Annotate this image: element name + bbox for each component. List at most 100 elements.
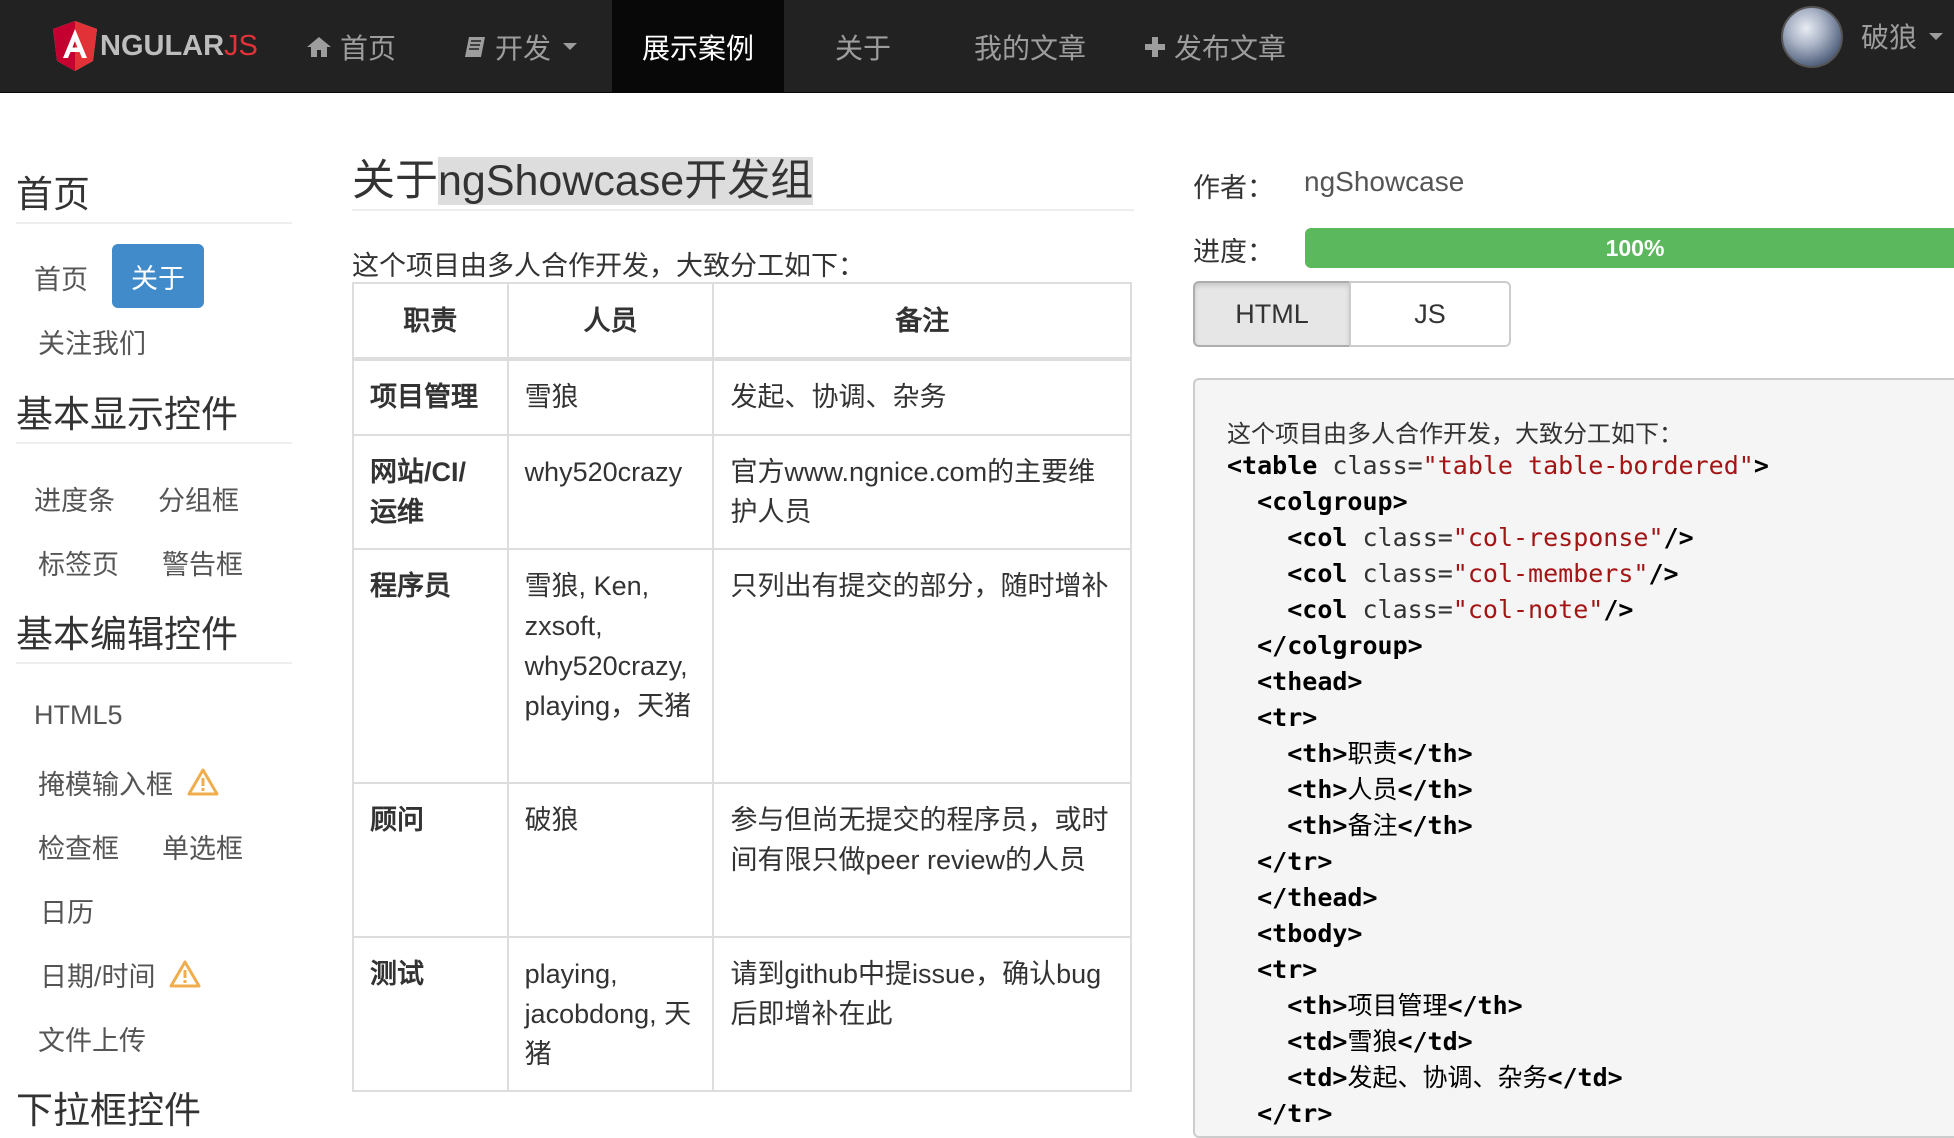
plus-icon: [1145, 36, 1165, 57]
author-value: ngShowcase: [1304, 166, 1465, 197]
nav-publish-label: 发布文章: [1174, 32, 1287, 64]
sidebar-item-progressbar[interactable]: 进度条: [34, 479, 115, 518]
sidebar-item-groupbox[interactable]: 分组框: [158, 479, 239, 518]
divider: [16, 442, 292, 444]
code-token: "table table-bordered": [1422, 451, 1754, 480]
code-token: <td>: [1287, 1063, 1348, 1092]
code-token: <colgroup>: [1257, 487, 1408, 516]
code-token: class=: [1317, 451, 1423, 480]
code-intro-text: 这个项目由多人合作开发，大致分工如下：: [1227, 421, 1683, 448]
progress-label: 进度：: [1193, 237, 1274, 267]
code-token: <tr>: [1257, 955, 1318, 984]
column-header-role: 职责: [352, 282, 509, 361]
nav-home-label: 首页: [340, 32, 397, 64]
sidebar-item-tabs[interactable]: 标签页: [38, 543, 119, 582]
sidebar-item-home[interactable]: 首页: [34, 258, 88, 297]
code-line: <tr>: [1227, 700, 1769, 736]
code-token: "col-note": [1452, 595, 1604, 624]
table-row: 网站/CI/运维 why520crazy 官方www.ngnice.com的主要…: [352, 434, 1132, 550]
code-token: <th>: [1287, 811, 1348, 840]
roles-table: 职责 人员 备注 项目管理 雪狼 发起、协调、杂务 网站/CI/运维 why52…: [352, 282, 1132, 1092]
role-cell: 网站/CI/运维: [352, 434, 509, 550]
code-token: 发起、协调、杂务: [1347, 1063, 1548, 1092]
code-token: </tr>: [1257, 1099, 1333, 1128]
page-title-prefix: 关于: [352, 157, 438, 205]
code-token: 备注: [1347, 811, 1398, 840]
code-token: </td>: [1547, 1063, 1623, 1092]
code-token: </thead>: [1257, 883, 1378, 912]
sidebar-item-alert[interactable]: 警告框: [162, 543, 243, 582]
nav-about[interactable]: 关于: [835, 0, 891, 93]
code-token: 职责: [1347, 739, 1398, 768]
role-cell: 测试: [352, 936, 509, 1092]
user-menu[interactable]: 破狼: [1861, 0, 1944, 72]
members-cell: 雪狼: [506, 358, 715, 436]
code-token: <col: [1287, 523, 1348, 552]
code-line: <col class="col-response"/>: [1227, 520, 1769, 556]
tab-html[interactable]: HTML: [1193, 281, 1351, 347]
code-token: />: [1603, 595, 1634, 624]
nav-publish-article[interactable]: 发布文章: [1144, 0, 1286, 93]
nav-develop-dropdown[interactable]: 开发: [463, 0, 578, 93]
sidebar-item-masked-input[interactable]: 掩模输入框: [38, 763, 219, 802]
members-cell: playing, jacobdong, 天猪: [506, 936, 715, 1092]
table-row: 顾问 破狼 参与但尚无提交的程序员，或时间有限只做peer review的人员: [352, 782, 1132, 938]
tab-js[interactable]: JS: [1349, 281, 1511, 347]
sidebar-item-calendar[interactable]: 日历: [40, 891, 94, 930]
author-label: 作者：: [1193, 173, 1274, 203]
sidebar-item-about[interactable]: 关于: [112, 244, 204, 308]
code-token: </th>: [1397, 739, 1473, 768]
column-header-note: 备注: [712, 282, 1132, 361]
page-title-highlight: ngShowcase开发组: [438, 157, 814, 205]
code-token: <col: [1287, 559, 1348, 588]
brand-logo[interactable]: NGULARJS: [52, 20, 258, 72]
code-token: </th>: [1397, 811, 1473, 840]
sidebar-item-file-upload[interactable]: 文件上传: [38, 1019, 146, 1058]
code-token: "col-members": [1452, 559, 1649, 588]
progress-bar-track: 100%: [1305, 228, 1954, 268]
top-navbar: NGULARJS 首页 开发 展示案例 关于 我的文章 发布文章 破狼: [0, 0, 1954, 93]
code-line: <table class="table table-bordered">: [1227, 448, 1769, 484]
nav-home[interactable]: 首页: [306, 0, 396, 93]
nav-showcase[interactable]: 展示案例: [612, 0, 784, 93]
user-avatar[interactable]: [1781, 6, 1843, 68]
sidebar-item-follow-us[interactable]: 关注我们: [38, 322, 146, 361]
code-token: <th>: [1287, 991, 1348, 1020]
column-header-members: 人员: [506, 282, 715, 361]
divider: [16, 222, 292, 224]
code-line: <th>职责</th>: [1227, 736, 1769, 772]
sidebar-item-radio[interactable]: 单选框: [162, 827, 243, 866]
sidebar-item-datetime[interactable]: 日期/时间: [40, 955, 201, 994]
nav-my-articles[interactable]: 我的文章: [974, 0, 1086, 93]
code-token: class=: [1347, 559, 1453, 588]
table-row: 项目管理 雪狼 发起、协调、杂务: [352, 358, 1132, 436]
sidebar-item-html5[interactable]: HTML5: [34, 700, 123, 731]
brand-name: NGULARJS: [100, 29, 258, 62]
code-token: <tr>: [1257, 703, 1318, 732]
code-token: <td>: [1287, 1027, 1348, 1056]
nav-showcase-label: 展示案例: [641, 32, 754, 64]
sidebar-section-basic-display: 基本显示控件: [16, 394, 238, 435]
nav-about-label: 关于: [835, 32, 892, 64]
table-row: 程序员 雪狼, Ken, zxsoft, why520crazy, playin…: [352, 548, 1132, 784]
code-token: </td>: [1397, 1027, 1473, 1056]
note-cell: 发起、协调、杂务: [712, 358, 1132, 436]
code-line: <thead>: [1227, 664, 1769, 700]
progress-bar-fill: 100%: [1305, 228, 1954, 268]
code-token: 人员: [1347, 775, 1398, 804]
chevron-down-icon: [1929, 32, 1944, 40]
intro-text: 这个项目由多人合作开发，大致分工如下：: [352, 251, 865, 281]
code-line: </colgroup>: [1227, 628, 1769, 664]
code-token: />: [1648, 559, 1679, 588]
divider: [352, 209, 1134, 211]
chevron-down-icon: [563, 43, 578, 50]
code-line: </tr>: [1227, 1096, 1769, 1132]
code-token: class=: [1347, 595, 1453, 624]
code-token: </th>: [1397, 775, 1473, 804]
code-token: 雪狼: [1347, 1027, 1398, 1056]
sidebar-item-checkbox[interactable]: 检查框: [38, 827, 119, 866]
code-line: <col class="col-members"/>: [1227, 556, 1769, 592]
warning-icon: [169, 960, 201, 988]
code-line: <th>人员</th>: [1227, 772, 1769, 808]
sidebar-section-dropdown: 下拉框控件: [16, 1090, 201, 1131]
